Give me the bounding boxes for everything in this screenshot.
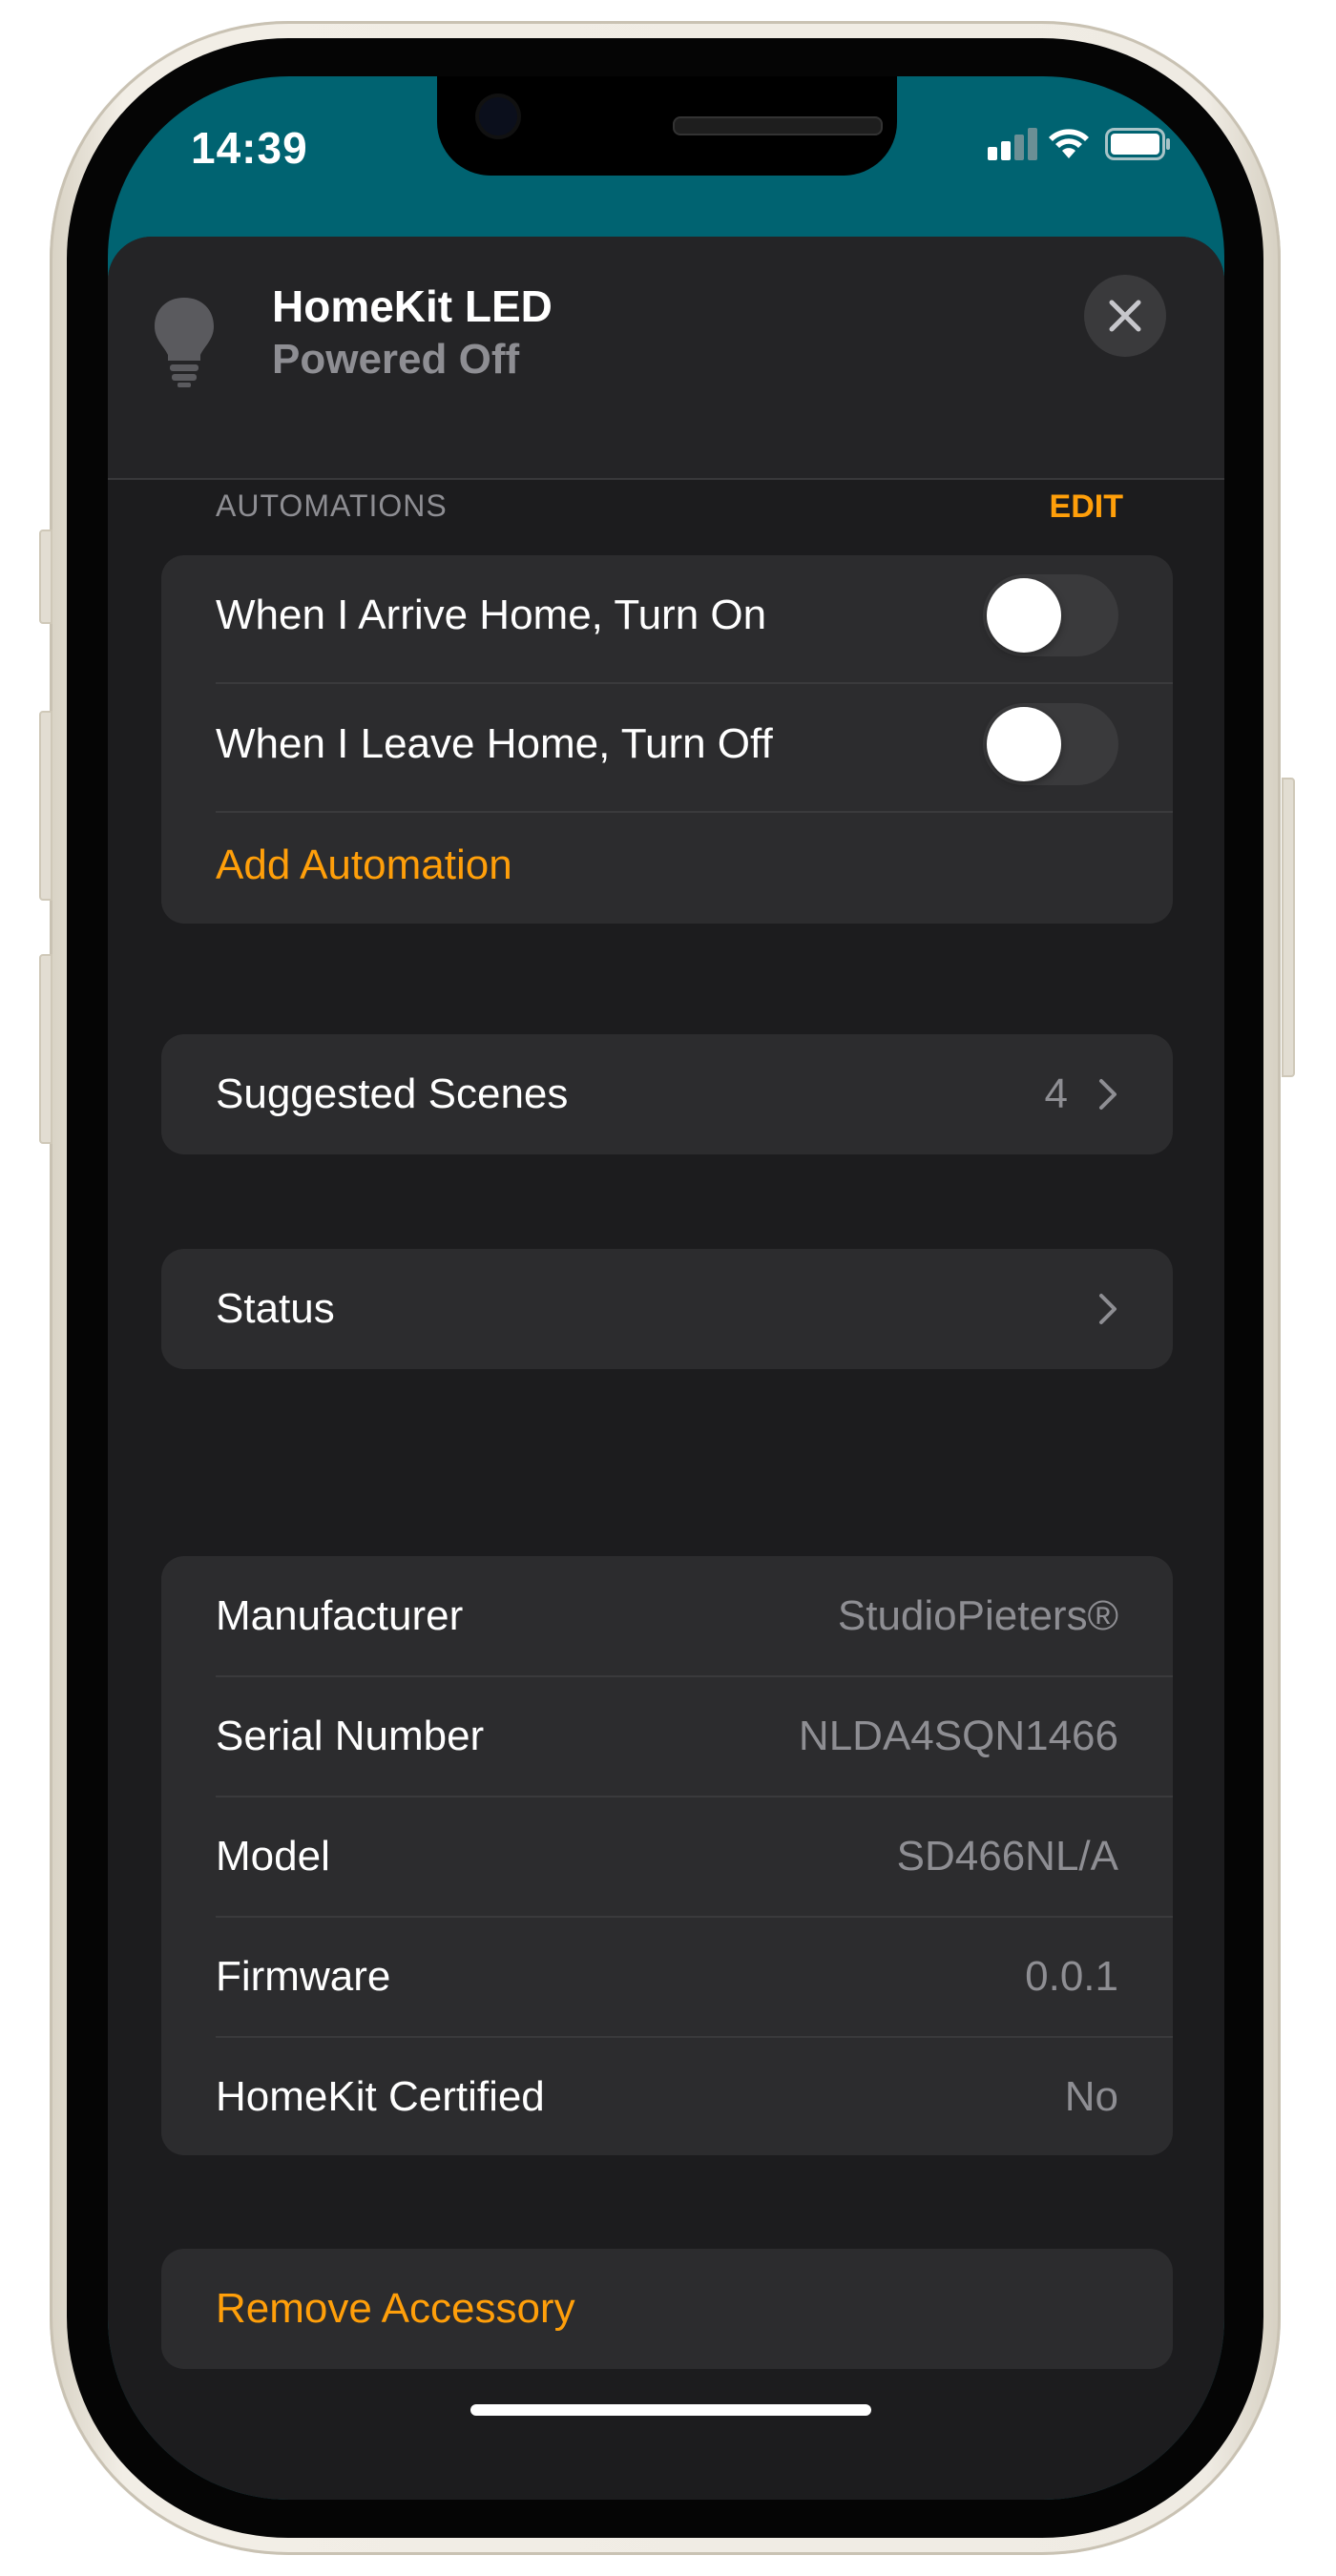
info-value: No <box>1064 2073 1118 2120</box>
close-icon <box>1109 300 1141 332</box>
accessory-header: HomeKit LED Powered Off <box>108 237 1224 480</box>
info-label: HomeKit Certified <box>216 2073 545 2120</box>
info-value: SD466NL/A <box>896 1833 1118 1880</box>
automation-label: When I Leave Home, Turn Off <box>216 720 773 767</box>
accessory-name: HomeKit LED <box>272 281 553 331</box>
power-button <box>1282 778 1295 1077</box>
accessory-power-state: Powered Off <box>272 336 520 383</box>
info-value: 0.0.1 <box>1025 1953 1118 2000</box>
remove-accessory-row[interactable]: Remove Accessory <box>161 2249 1173 2369</box>
silent-switch <box>39 530 52 624</box>
phone-screen: 14:39 HomeKit LED Powered Off AUTOMATION… <box>108 76 1224 2500</box>
volume-up-button <box>39 711 52 901</box>
suggested-scenes-count: 4 <box>1044 1070 1068 1117</box>
accessory-info-card: Manufacturer StudioPieters® Serial Numbe… <box>161 1556 1173 2155</box>
automation-row-arrive: When I Arrive Home, Turn On <box>161 555 1173 675</box>
edit-automations-button[interactable]: EDIT <box>1050 488 1123 526</box>
home-indicator[interactable] <box>470 2404 871 2416</box>
status-row[interactable]: Status <box>161 1249 1173 1369</box>
info-label: Firmware <box>216 1953 391 2000</box>
automations-section-header: AUTOMATIONS <box>216 488 448 523</box>
add-automation-button[interactable]: Add Automation <box>216 841 512 889</box>
toggle-knob <box>987 707 1061 781</box>
info-value: StudioPieters® <box>837 1592 1118 1639</box>
chevron-right-icon <box>1099 1079 1117 1110</box>
info-row-serial-number: Serial Number NLDA4SQN1466 <box>161 1676 1173 1797</box>
info-row-homekit-certified: HomeKit Certified No <box>161 2037 1173 2157</box>
info-label: Serial Number <box>216 1713 485 1759</box>
status-time: 14:39 <box>191 123 308 173</box>
status-content: Status <box>161 1249 1173 1369</box>
info-label: Manufacturer <box>216 1592 464 1639</box>
front-camera <box>479 97 517 135</box>
info-label: Model <box>216 1833 330 1880</box>
suggested-scenes-label: Suggested Scenes <box>216 1070 569 1117</box>
automation-label: When I Arrive Home, Turn On <box>216 592 767 638</box>
suggested-scenes-content: Suggested Scenes 4 <box>161 1034 1173 1154</box>
volume-down-button <box>39 954 52 1144</box>
remove-accessory-button[interactable]: Remove Accessory <box>216 2285 575 2333</box>
chevron-right-icon <box>1099 1294 1117 1324</box>
info-value: NLDA4SQN1466 <box>798 1713 1118 1759</box>
wifi-icon <box>1049 129 1089 158</box>
info-row-manufacturer: Manufacturer StudioPieters® <box>161 1556 1173 1676</box>
info-row-model: Model SD466NL/A <box>161 1797 1173 1917</box>
status-label: Status <box>216 1285 335 1332</box>
automation-row-leave: When I Leave Home, Turn Off <box>161 684 1173 804</box>
info-row-firmware: Firmware 0.0.1 <box>161 1917 1173 2037</box>
lightbulb-icon <box>155 298 214 387</box>
earpiece-speaker <box>673 116 883 135</box>
remove-accessory-content: Remove Accessory <box>161 2249 1173 2369</box>
toggle-knob <box>987 578 1061 653</box>
automation-toggle-leave[interactable] <box>983 703 1118 785</box>
battery-icon <box>1105 128 1170 160</box>
suggested-scenes-row[interactable]: Suggested Scenes 4 <box>161 1034 1173 1154</box>
automation-toggle-arrive[interactable] <box>983 574 1118 656</box>
add-automation-row[interactable]: Add Automation <box>161 805 1173 925</box>
accessory-sheet: HomeKit LED Powered Off AUTOMATIONS EDIT… <box>108 237 1224 2500</box>
close-button[interactable] <box>1084 275 1166 357</box>
automations-card: When I Arrive Home, Turn On When I Leave… <box>161 555 1173 924</box>
